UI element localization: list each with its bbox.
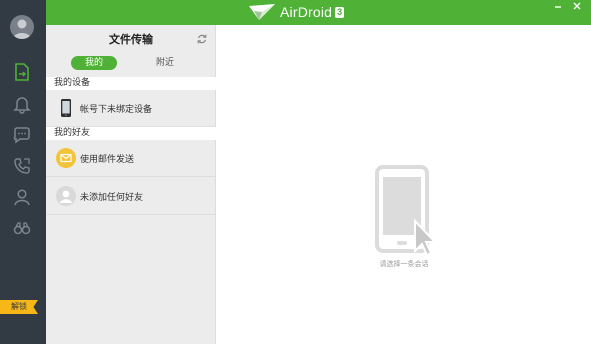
close-icon — [573, 2, 581, 10]
no-friends-label: 未添加任何好友 — [80, 193, 144, 203]
no-friends-row[interactable]: 未添加任何好友 — [46, 178, 216, 215]
unlock-badge[interactable]: 解锁 — [0, 300, 38, 314]
chat-icon[interactable] — [12, 125, 32, 145]
email-send-label: 使用邮件发送 — [80, 155, 135, 165]
device-row[interactable]: 帐号下未绑定设备 — [46, 90, 216, 127]
left-nav: 解锁 — [0, 0, 46, 344]
devices-section-header: 我的设备 — [46, 77, 216, 90]
file-transfer-panel: 文件传输 我的 附近 我的设备 帐号下未绑定设备 我的好友 使用邮件发送 未添加… — [46, 25, 216, 344]
device-row-label: 帐号下未绑定设备 — [80, 105, 153, 115]
phone-device-icon — [61, 99, 71, 117]
app-name: AirDroid — [280, 4, 333, 20]
select-conversation-hint: 请选择一条会话 — [379, 260, 429, 268]
user-avatar-icon — [13, 19, 31, 39]
tab-mine[interactable]: 我的 — [71, 56, 117, 70]
binoculars-icon[interactable] — [12, 218, 32, 238]
email-send-row[interactable]: 使用邮件发送 — [46, 140, 216, 177]
brand: AirDroid 3 — [248, 3, 345, 21]
app-version-badge: 3 — [335, 6, 345, 18]
phone-call-icon[interactable] — [12, 156, 32, 176]
friends-section-header: 我的好友 — [46, 127, 216, 140]
panel-title: 文件传输 — [109, 33, 153, 46]
minimize-icon — [555, 6, 561, 8]
user-avatar[interactable] — [10, 15, 34, 39]
minimize-button[interactable] — [552, 1, 564, 11]
phone-cursor-placeholder-icon — [375, 165, 438, 257]
airdroid-window: AirDroid 3 解锁 文件传输 我的 附近 我的设备 帐号下未绑定设备 我… — [0, 0, 591, 344]
tab-nearby[interactable]: 附近 — [142, 56, 188, 70]
refresh-icon[interactable] — [196, 33, 208, 45]
paper-plane-logo-icon — [249, 4, 275, 20]
bell-icon[interactable] — [12, 94, 32, 114]
conversation-area: 请选择一条会话 — [217, 25, 591, 344]
close-button[interactable] — [571, 1, 583, 11]
contact-icon[interactable] — [12, 187, 32, 207]
friend-avatar-icon — [56, 186, 76, 206]
mail-icon — [56, 148, 76, 168]
title-bar[interactable]: AirDroid 3 — [46, 0, 591, 25]
file-transfer-icon[interactable] — [12, 62, 32, 82]
